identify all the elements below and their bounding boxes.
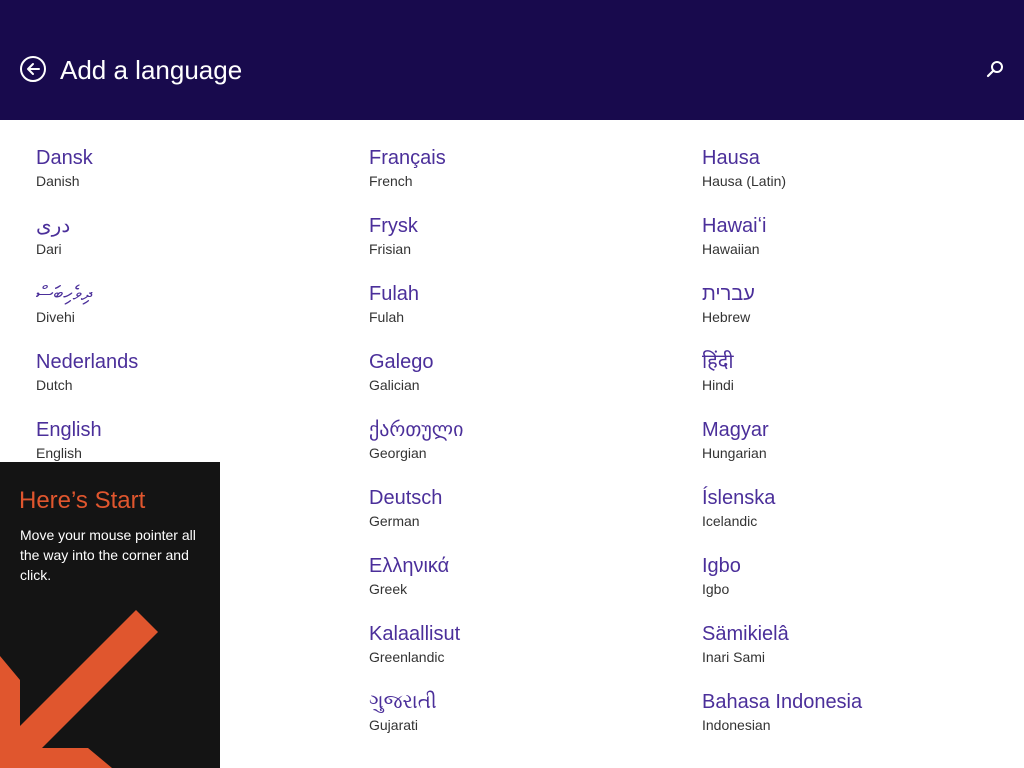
start-tip-body: Move your mouse pointer all the way into… (20, 527, 196, 583)
language-native-name: Igbo (702, 555, 741, 577)
page-title: Add a language (60, 55, 243, 85)
language-native-name: Sämikielâ (702, 623, 789, 645)
language-english-name: Hebrew (702, 309, 751, 325)
language-item[interactable]: ગુજરાતી Gujarati (369, 688, 689, 756)
language-item[interactable]: Dansk Danish (36, 144, 356, 212)
language-native-name: हिंदी (702, 351, 734, 373)
language-native-name: دری (36, 215, 71, 237)
language-item[interactable]: Deutsch German (369, 484, 689, 552)
language-column: Français French Frysk Frisian Fulah Fulah Gale… (369, 144, 689, 756)
language-english-name: Hungarian (702, 445, 767, 461)
language-english-name: Dari (36, 241, 62, 257)
language-english-name: Frisian (369, 241, 412, 257)
language-item[interactable]: Sämikielâ Inari Sami (702, 620, 1022, 688)
start-tip-title: Here’s Start (19, 487, 146, 514)
language-english-name: Greek (369, 581, 408, 597)
language-english-name: Igbo (702, 581, 730, 597)
language-item[interactable]: Hausa Hausa (Latin) (702, 144, 1022, 212)
language-english-name: Galician (369, 377, 420, 393)
language-item[interactable]: Français French (369, 144, 689, 212)
language-native-name: ქართული (369, 419, 464, 441)
language-native-name: Français (369, 147, 446, 169)
language-english-name: Dutch (36, 377, 73, 393)
language-item[interactable]: دری Dari (36, 212, 356, 280)
language-english-name: Hawaiian (702, 241, 760, 257)
language-english-name: French (369, 173, 413, 189)
back-arrow-circle-icon (27, 63, 40, 75)
language-english-name: English (36, 445, 82, 461)
language-native-name: Frysk (369, 215, 418, 237)
language-english-name: Inari Sami (702, 649, 766, 665)
language-native-name: Ελληνικά (369, 555, 450, 577)
language-native-name: ગુજરાતી (369, 691, 437, 713)
language-english-name: Fulah (369, 309, 405, 325)
language-english-name: Greenlandic (369, 649, 445, 665)
language-native-name: Magyar (702, 419, 769, 441)
start-tip-panel: Here’s Start Move your mouse pointer all… (0, 462, 220, 768)
language-english-name: Hindi (702, 377, 734, 393)
language-item[interactable]: Galego Galician (369, 348, 689, 416)
language-item[interactable]: Hawaiʻi Hawaiian (702, 212, 1022, 280)
language-item[interactable]: עברית Hebrew (702, 280, 1022, 348)
language-item[interactable]: Nederlands Dutch (36, 348, 356, 416)
language-item[interactable]: Frysk Frisian (369, 212, 689, 280)
language-item[interactable]: Igbo Igbo (702, 552, 1022, 620)
language-english-name: Gujarati (369, 717, 419, 733)
language-item[interactable]: ދިވެހިބަސް Divehi (36, 280, 356, 348)
language-english-name: Indonesian (702, 717, 771, 733)
language-item[interactable]: Kalaallisut Greenlandic (369, 620, 689, 688)
language-native-name: Deutsch (369, 487, 443, 509)
language-english-name: Hausa (Latin) (702, 173, 787, 189)
language-native-name: Fulah (369, 283, 420, 305)
language-native-name: Galego (369, 351, 434, 373)
language-column: Hausa Hausa (Latin) Hawaiʻi Hawaiian עברית He… (702, 144, 1022, 756)
language-native-name: English (36, 419, 102, 441)
language-native-name: Hawaiʻi (702, 215, 767, 237)
language-english-name: Danish (36, 173, 80, 189)
back-button[interactable] (20, 56, 46, 82)
language-english-name: German (369, 513, 420, 529)
language-column: Dansk Danish دری Dari ދިވެހިބަސް Divehi Nederl… (36, 144, 356, 484)
language-item[interactable]: Ελληνικά Greek (369, 552, 689, 620)
language-native-name: Íslenska (702, 487, 776, 509)
language-item[interactable]: ქართული Georgian (369, 416, 689, 484)
language-item[interactable]: Magyar Hungarian (702, 416, 1022, 484)
language-native-name: ދިވެހިބަސް (36, 283, 92, 305)
language-english-name: Divehi (36, 309, 75, 325)
corner-arrow-icon (0, 610, 158, 768)
app-header: Add a language (0, 0, 1024, 120)
language-native-name: Nederlands (36, 351, 139, 373)
search-icon (986, 61, 1003, 78)
language-item[interactable]: Fulah Fulah (369, 280, 689, 348)
language-item[interactable]: Íslenska Icelandic (702, 484, 1022, 552)
language-item[interactable]: हिंदी Hindi (702, 348, 1022, 416)
language-english-name: Icelandic (702, 513, 758, 529)
language-native-name: Bahasa Indonesia (702, 691, 863, 713)
language-native-name: Dansk (36, 147, 93, 169)
language-item[interactable]: Bahasa Indonesia Indonesian (702, 688, 1022, 756)
language-native-name: Hausa (702, 147, 760, 169)
language-native-name: Kalaallisut (369, 623, 461, 645)
language-english-name: Georgian (369, 445, 427, 461)
language-native-name: עברית (702, 283, 755, 305)
search-button[interactable] (984, 58, 1006, 80)
